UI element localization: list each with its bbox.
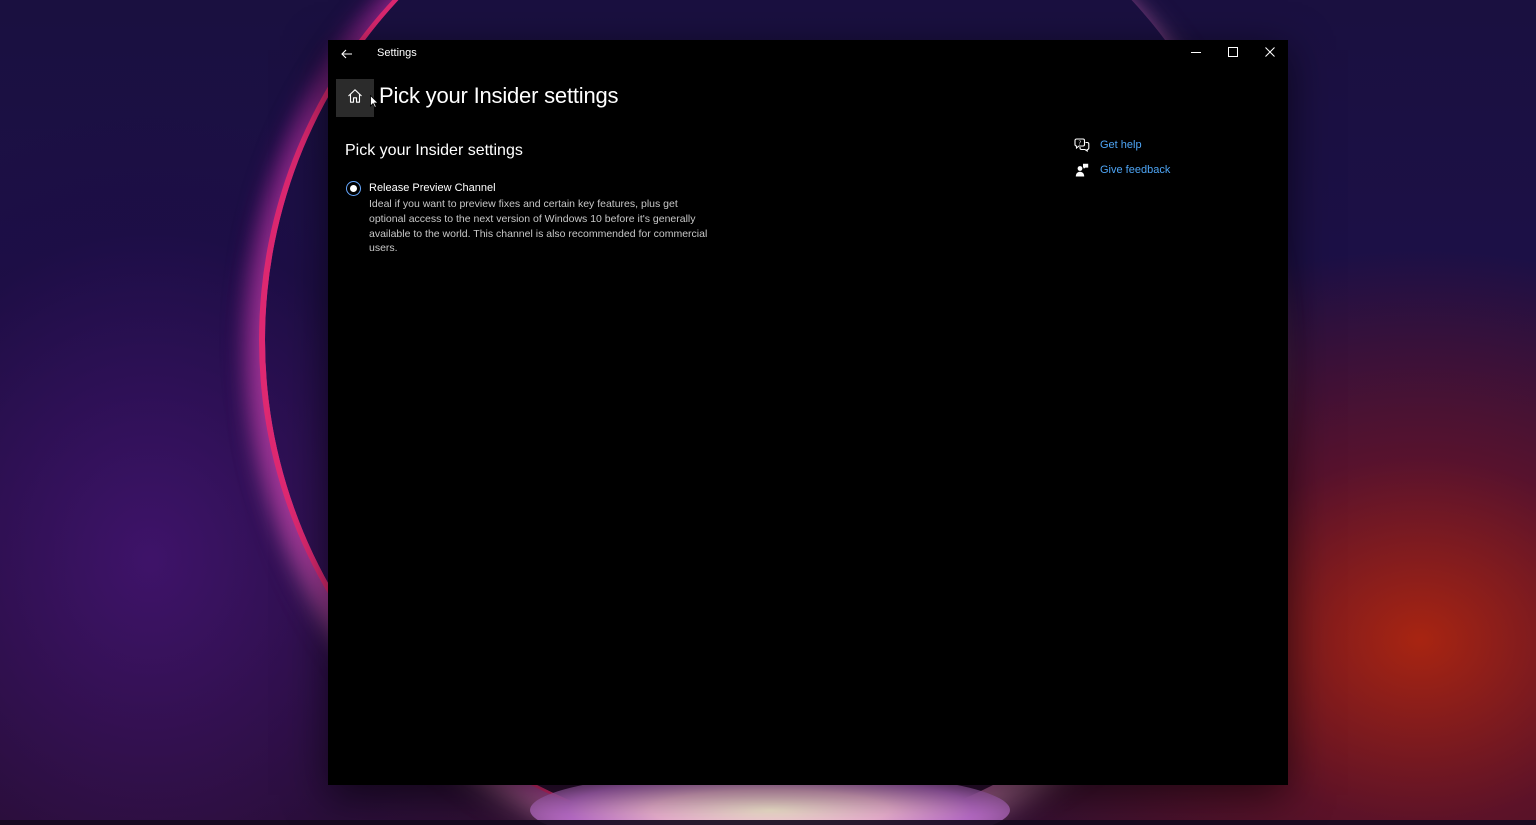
settings-window: Settings Pick your Insider settings Pick… bbox=[328, 40, 1288, 785]
give-feedback-label[interactable]: Give feedback bbox=[1100, 164, 1170, 176]
get-help-link[interactable]: ? Get help bbox=[1074, 132, 1170, 157]
back-arrow-icon bbox=[341, 46, 353, 62]
radio-dot bbox=[350, 185, 357, 192]
minimize-icon bbox=[1190, 44, 1201, 62]
help-panel: ? Get help Give feedback bbox=[1074, 132, 1170, 182]
maximize-icon bbox=[1227, 44, 1238, 62]
page-title: Pick your Insider settings bbox=[379, 83, 619, 108]
taskbar-edge bbox=[0, 820, 1536, 825]
app-title: Settings bbox=[377, 47, 417, 59]
svg-text:?: ? bbox=[1078, 140, 1081, 146]
release-preview-channel-option[interactable]: Release Preview Channel Ideal if you wan… bbox=[346, 181, 708, 256]
section-title: Pick your Insider settings bbox=[345, 142, 523, 159]
close-icon bbox=[1264, 44, 1275, 62]
radio-label: Release Preview Channel bbox=[369, 182, 496, 194]
get-help-label[interactable]: Get help bbox=[1100, 139, 1142, 151]
home-icon bbox=[347, 88, 363, 109]
caption-buttons bbox=[1177, 40, 1288, 68]
give-feedback-link[interactable]: Give feedback bbox=[1074, 157, 1170, 182]
title-bar[interactable]: Settings bbox=[328, 40, 1288, 68]
minimize-button[interactable] bbox=[1177, 40, 1214, 66]
chat-help-icon: ? bbox=[1074, 137, 1090, 153]
close-button[interactable] bbox=[1251, 40, 1288, 66]
mouse-pointer-icon bbox=[370, 94, 379, 113]
radio-description: Ideal if you want to preview fixes and c… bbox=[369, 198, 708, 255]
home-button[interactable] bbox=[336, 79, 374, 117]
feedback-person-icon bbox=[1074, 162, 1090, 178]
maximize-button[interactable] bbox=[1214, 40, 1251, 66]
back-button[interactable] bbox=[334, 42, 360, 66]
radio-button-selected[interactable] bbox=[346, 181, 361, 196]
